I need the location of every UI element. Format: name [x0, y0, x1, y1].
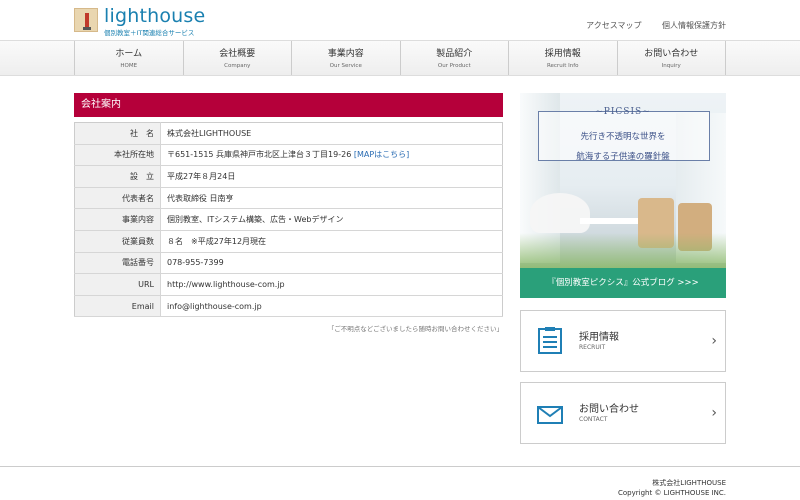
card-title: お問い合わせ — [579, 404, 639, 415]
banner-table — [580, 218, 640, 224]
nav-label: ホーム — [115, 49, 143, 59]
row-value: 代表取締役 日南亨 — [160, 187, 503, 210]
footer-copyright: Copyright © LIGHTHOUSE INC. — [618, 489, 726, 497]
picsis-blog-banner[interactable]: ~PICSIS~ 先行き不透明な世界を 航海する子供達の羅針盤 『個別教室ピクシ… — [520, 93, 726, 298]
nav-item-service[interactable]: 事業内容 Our Service — [292, 41, 401, 75]
global-nav: ホーム HOME 会社概要 Company 事業内容 Our Service 製… — [0, 40, 800, 76]
company-info: 会社案内 社 名 株式会社LIGHTHOUSE 本社所在地 〒651-1515 … — [74, 93, 503, 333]
map-link[interactable]: [MAPはこちら] — [354, 150, 409, 159]
nav-item-inquiry[interactable]: お問い合わせ Inquiry — [618, 41, 726, 75]
header: lighthouse 個別教室＋IT関連総合サービス アクセスマップ 個人情報保… — [0, 0, 800, 40]
table-row: 代表者名 代表取締役 日南亨 — [74, 187, 503, 210]
row-value: 平成27年８月24日 — [160, 165, 503, 188]
nav-sublabel: Our Service — [329, 63, 362, 69]
nav-label: 会社概要 — [219, 49, 256, 59]
row-value: 個別教室、ITシステム構築、広告・Webデザイン — [160, 208, 503, 231]
nav-item-home[interactable]: ホーム HOME — [75, 41, 184, 75]
banner-chair — [530, 193, 590, 233]
section-title: 会社案内 — [74, 93, 503, 117]
access-map-link[interactable]: アクセスマップ — [586, 21, 641, 30]
nav-label: 採用情報 — [544, 49, 581, 59]
privacy-policy-link[interactable]: 個人情報保護方針 — [662, 21, 726, 30]
row-label: Email — [74, 295, 161, 318]
banner-line1: 先行き不透明な世界を — [580, 132, 666, 142]
banner-plants — [520, 233, 726, 273]
table-row: 本社所在地 〒651-1515 兵庫県神戸市北区上津台３丁目19-26 [MAP… — [74, 144, 503, 167]
address-text: 〒651-1515 兵庫県神戸市北区上津台３丁目19-26 — [167, 150, 352, 160]
nav-label: 事業内容 — [327, 49, 364, 59]
banner-title: ~PICSIS~ — [595, 107, 651, 117]
banner-line2: 航海する子供達の羅針盤 — [576, 152, 670, 162]
table-row: 電話番号 078-955-7399 — [74, 252, 503, 275]
row-value: ８名 ※平成27年12月現在 — [160, 230, 503, 253]
table-row: Email info@lighthouse-com.jp — [74, 295, 503, 318]
inquiry-note: 「ご不明点などございましたら随時お問い合わせください」 — [327, 325, 503, 334]
table-row: 事業内容 個別教室、ITシステム構築、広告・Webデザイン — [74, 208, 503, 231]
row-value: 〒651-1515 兵庫県神戸市北区上津台３丁目19-26 [MAPはこちら] — [160, 144, 503, 167]
row-value: http://www.lighthouse-com.jp — [160, 273, 503, 296]
row-label: 本社所在地 — [74, 144, 161, 167]
logo-text: lighthouse — [104, 5, 206, 27]
table-row: 社 名 株式会社LIGHTHOUSE — [74, 122, 503, 145]
table-row: URL http://www.lighthouse-com.jp — [74, 273, 503, 296]
lighthouse-logo-icon — [74, 8, 98, 32]
nav-label: 製品紹介 — [436, 49, 473, 59]
nav-sublabel: Recruit Info — [546, 63, 579, 69]
row-label: 代表者名 — [74, 187, 161, 210]
row-label: URL — [74, 273, 161, 296]
chevron-right-icon: › — [711, 405, 717, 421]
envelope-icon — [537, 406, 563, 424]
nav-label: お問い合わせ — [644, 49, 699, 59]
row-label: 電話番号 — [74, 252, 161, 275]
table-row: 設 立 平成27年８月24日 — [74, 165, 503, 188]
company-table: 社 名 株式会社LIGHTHOUSE 本社所在地 〒651-1515 兵庫県神戸… — [74, 122, 503, 318]
logo[interactable]: lighthouse 個別教室＋IT関連総合サービス — [74, 5, 206, 37]
top-links: アクセスマップ 個人情報保護方針 — [568, 20, 726, 31]
row-value: 078-955-7399 — [160, 252, 503, 275]
recruit-card[interactable]: 採用情報 RECRUIT › — [520, 310, 726, 372]
chevron-right-icon: › — [711, 333, 717, 349]
card-title: 採用情報 — [579, 332, 619, 343]
nav-item-product[interactable]: 製品紹介 Our Product — [401, 41, 509, 75]
row-value: info@lighthouse-com.jp — [160, 295, 503, 318]
nav-sublabel: Company — [224, 63, 251, 69]
footer: 株式会社LIGHTHOUSE Copyright © LIGHTHOUSE IN… — [0, 466, 800, 500]
row-value: 株式会社LIGHTHOUSE — [160, 122, 503, 145]
nav-sublabel: Inquiry — [661, 63, 681, 69]
footer-company: 株式会社LIGHTHOUSE — [652, 479, 726, 487]
row-label: 設 立 — [74, 165, 161, 188]
card-subtitle: CONTACT — [579, 416, 608, 423]
banner-cta[interactable]: 『個別教室ピクシス』公式ブログ >>> — [520, 268, 726, 298]
nav-item-company[interactable]: 会社概要 Company — [184, 41, 292, 75]
logo-subtitle: 個別教室＋IT関連総合サービス — [104, 29, 195, 37]
card-subtitle: RECRUIT — [579, 344, 606, 351]
clipboard-icon — [538, 327, 562, 354]
nav-sublabel: HOME — [120, 63, 138, 69]
row-label: 社 名 — [74, 122, 161, 145]
table-row: 従業員数 ８名 ※平成27年12月現在 — [74, 230, 503, 253]
contact-card[interactable]: お問い合わせ CONTACT › — [520, 382, 726, 444]
row-label: 従業員数 — [74, 230, 161, 253]
nav-sublabel: Our Product — [437, 63, 471, 69]
nav-item-recruit[interactable]: 採用情報 Recruit Info — [509, 41, 618, 75]
row-label: 事業内容 — [74, 208, 161, 231]
